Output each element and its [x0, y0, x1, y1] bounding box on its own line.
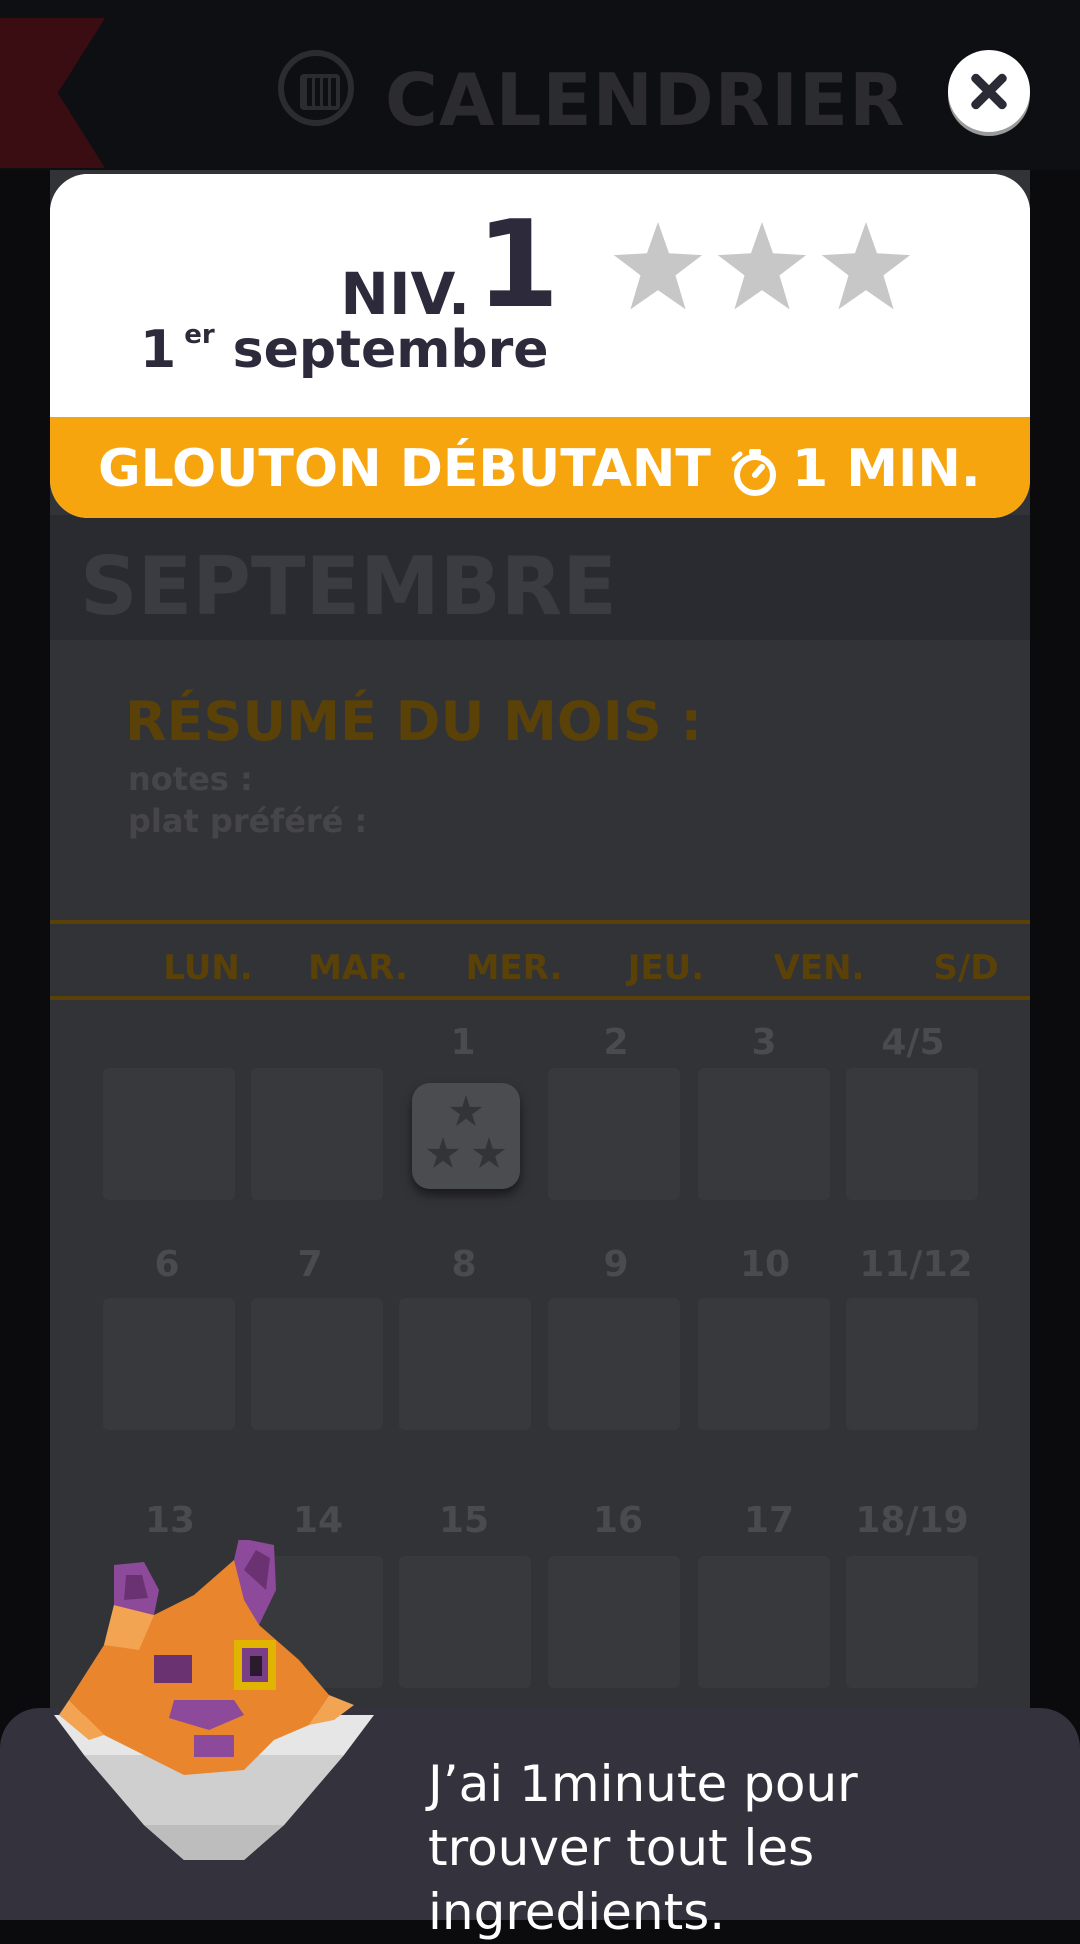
day-cell[interactable]	[399, 1556, 531, 1688]
day-number: 17	[743, 1500, 795, 1541]
day-number: 14	[292, 1500, 344, 1541]
day-cell[interactable]	[846, 1298, 978, 1430]
day-cell	[251, 1068, 383, 1200]
date-suffix: er	[184, 320, 215, 350]
level-date: 1 er septembre	[140, 320, 549, 380]
weekday-header-row: LUN. MAR. MER. JEU. VEN. S/D	[50, 920, 1030, 1000]
month-title: SEPTEMBRE	[80, 540, 617, 633]
summary-title: RÉSUMÉ DU MOIS :	[125, 690, 703, 753]
date-day: 1	[140, 320, 177, 380]
notes-label: notes :	[128, 760, 253, 798]
day-number: 11/12	[859, 1244, 973, 1285]
star-icon	[472, 1137, 506, 1168]
day-cell[interactable]	[698, 1556, 830, 1688]
day-cell[interactable]	[846, 1556, 978, 1688]
day-cell[interactable]	[846, 1068, 978, 1200]
star-icon	[426, 1137, 460, 1168]
day-cell[interactable]	[103, 1298, 235, 1430]
day-cell[interactable]	[548, 1068, 680, 1200]
star-icon-empty	[613, 222, 703, 310]
day-number: 1	[450, 1022, 476, 1063]
screen-title: CALENDRIER	[385, 58, 906, 142]
weekday-fri: VEN.	[773, 948, 865, 988]
weekday-weekend: S/D	[933, 948, 999, 988]
level-tile-day-1[interactable]	[412, 1083, 520, 1189]
day-number: 6	[154, 1244, 180, 1285]
day-cell	[103, 1068, 235, 1200]
day-number: 4/5	[881, 1022, 945, 1063]
day-number: 10	[739, 1244, 791, 1285]
day-number: 3	[751, 1022, 777, 1063]
level-popup: NIV. 1 1 er septembre GLOUTON DÉBUTANT 1 M…	[50, 174, 1030, 518]
day-number: 15	[438, 1500, 490, 1541]
weekday-mon: LUN.	[163, 948, 253, 988]
day-cell[interactable]	[399, 1298, 531, 1430]
day-cell[interactable]	[251, 1298, 383, 1430]
level-number: 1	[476, 196, 560, 335]
day-number: 7	[297, 1244, 323, 1285]
level-info-panel: NIV. 1 1 er septembre	[50, 174, 1030, 417]
calendar-icon	[278, 50, 354, 126]
date-month: septembre	[232, 320, 549, 380]
day-cell[interactable]	[698, 1068, 830, 1200]
day-number: 18/19	[855, 1500, 969, 1541]
mode-label: GLOUTON DÉBUTANT	[98, 439, 711, 499]
weekday-tue: MAR.	[308, 948, 408, 988]
star-icon-empty	[821, 222, 911, 310]
day-number: 16	[592, 1500, 644, 1541]
day-cell[interactable]	[698, 1298, 830, 1430]
close-button[interactable]	[948, 50, 1030, 132]
day-number: 2	[603, 1022, 629, 1063]
favorite-dish-label: plat préféré :	[128, 802, 368, 840]
day-cell[interactable]	[548, 1298, 680, 1430]
level-prefix: NIV.	[340, 260, 470, 328]
stopwatch-icon	[731, 449, 776, 496]
level-mode-bar: GLOUTON DÉBUTANT 1 MIN.	[50, 417, 1030, 518]
weekday-thu: JEU.	[627, 948, 705, 988]
day-number: 13	[144, 1500, 196, 1541]
day-cell[interactable]	[548, 1556, 680, 1688]
fox-mascot	[54, 1540, 374, 1860]
day-number: 8	[451, 1244, 477, 1285]
time-limit-label: 1 MIN.	[792, 439, 981, 499]
day-number: 9	[603, 1244, 629, 1285]
dialog-text: J’ai 1minute pour trouver tout les ingre…	[428, 1755, 858, 1941]
star-icon-empty	[717, 222, 807, 310]
weekday-wed: MER.	[465, 948, 563, 988]
star-icon	[449, 1095, 483, 1126]
